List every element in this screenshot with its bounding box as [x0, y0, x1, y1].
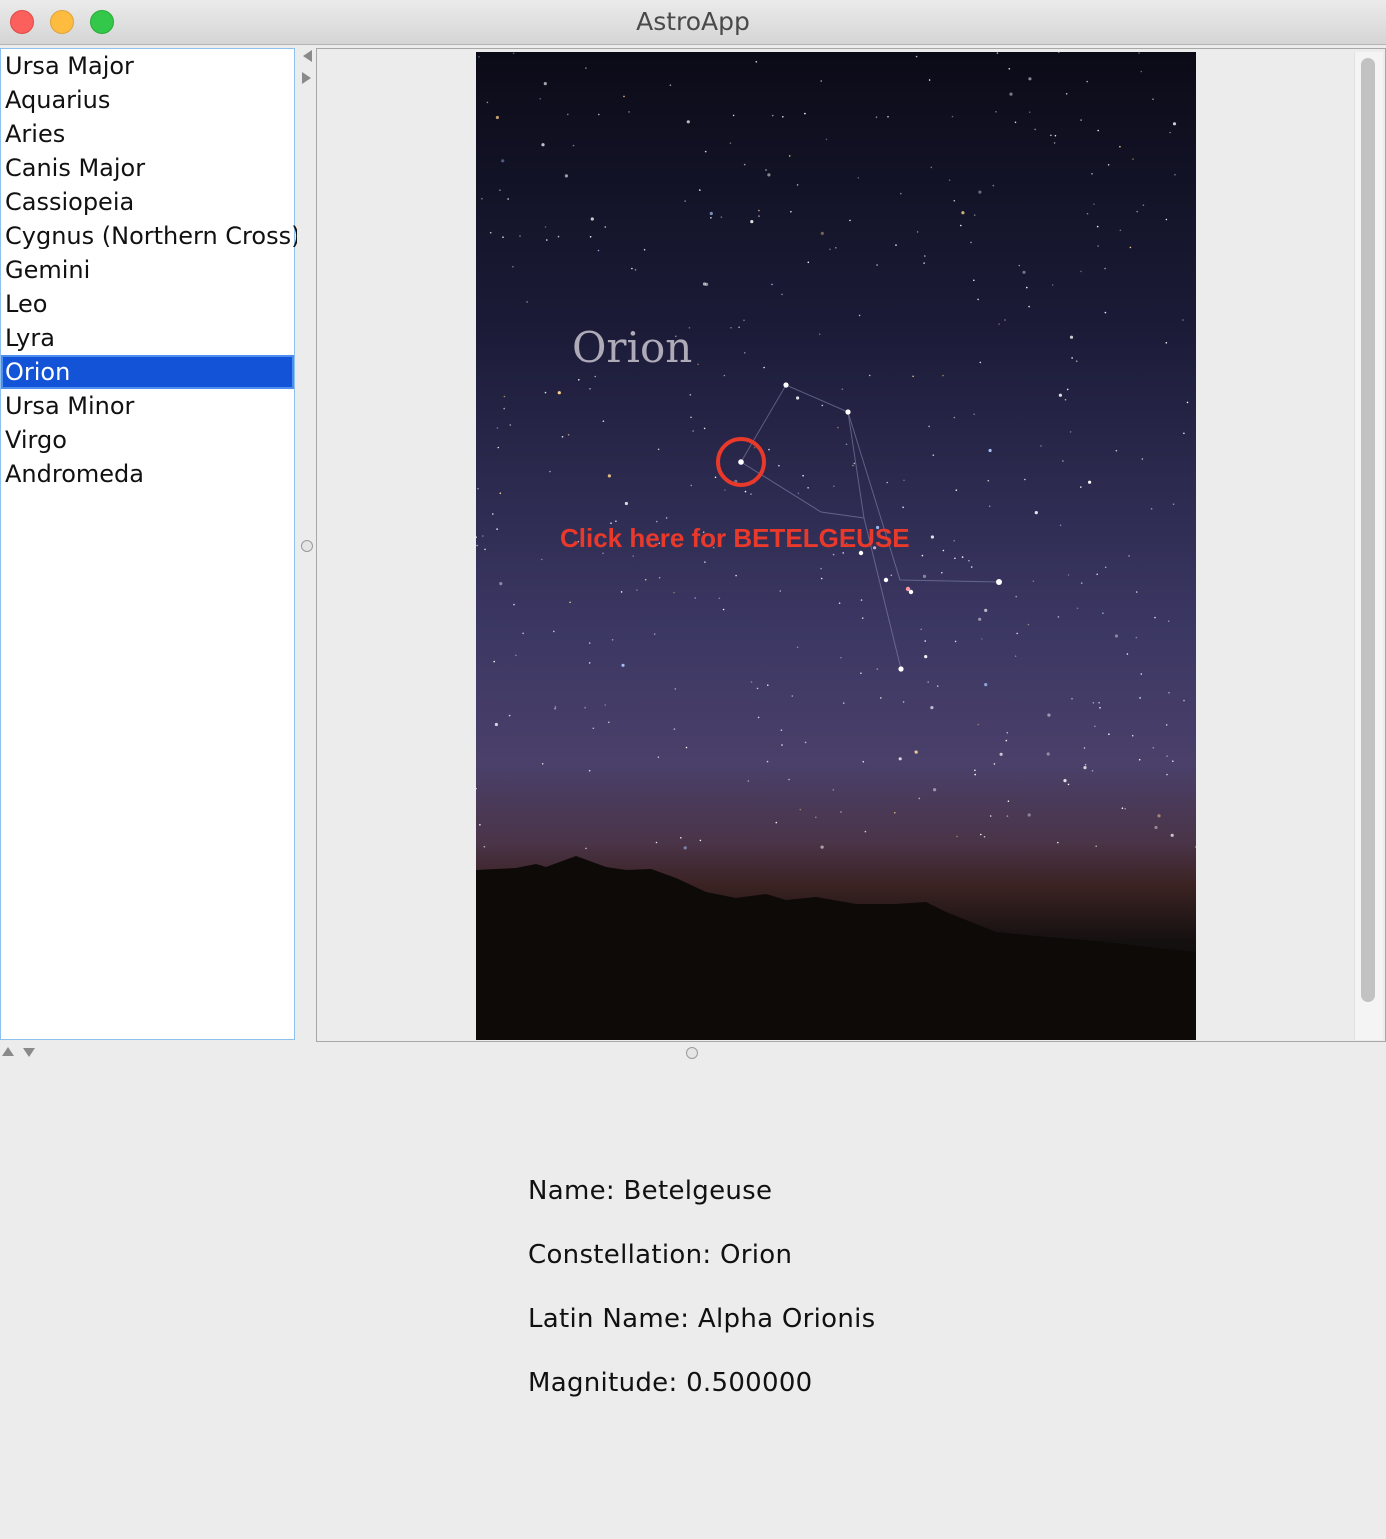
title-bar: AstroApp	[0, 0, 1386, 45]
constellation-list-item[interactable]: Aries	[1, 117, 294, 151]
horizontal-divider-grip-icon[interactable]	[686, 1047, 698, 1059]
star-name-label: Name: Betelgeuse	[528, 1176, 773, 1206]
constellation-list-item[interactable]: Cassiopeia	[1, 185, 294, 219]
constellation-image-label: Orion	[572, 323, 692, 372]
constellation-list-item[interactable]: Lyra	[1, 321, 294, 355]
constellation-list-item[interactable]: Aquarius	[1, 83, 294, 117]
window-title: AstroApp	[636, 7, 750, 36]
constellation-image[interactable]: Orion Click here for BETELGEUSE	[476, 52, 1196, 1040]
constellation-list-item[interactable]: Ursa Minor	[1, 389, 294, 423]
star-latin-name-label: Latin Name: Alpha Orionis	[528, 1304, 876, 1334]
expand-right-arrow-icon[interactable]	[302, 72, 311, 84]
constellation-list[interactable]: Ursa Major Aquarius Aries Canis Major Cassio…	[0, 48, 300, 1040]
constellation-list-item[interactable]: Leo	[1, 287, 294, 321]
constellation-list-item[interactable]: Cygnus (Northern Cross)	[1, 219, 300, 253]
betelgeuse-star[interactable]	[738, 459, 744, 465]
expand-down-arrow-icon[interactable]	[23, 1048, 35, 1057]
star-constellation-label: Constellation: Orion	[528, 1240, 793, 1270]
constellation-list-item[interactable]: Gemini	[1, 253, 294, 287]
constellation-list-item[interactable]: Canis Major	[1, 151, 294, 185]
constellation-list-item[interactable]: Andromeda	[1, 457, 294, 491]
constellation-list-item[interactable]: Orion	[1, 355, 294, 389]
vertical-divider-grip-icon[interactable]	[301, 540, 313, 552]
betelgeuse-hint-label[interactable]: Click here for BETELGEUSE	[560, 523, 910, 553]
star-magnitude-label: Magnitude: 0.500000	[528, 1368, 813, 1398]
collapse-left-arrow-icon[interactable]	[303, 50, 312, 62]
constellation-list-item[interactable]: Virgo	[1, 423, 294, 457]
star-details-panel: Name: Betelgeuse Constellation: Orion La…	[528, 1172, 876, 1428]
constellation-list-item[interactable]: Ursa Major	[1, 49, 294, 83]
collapse-up-arrow-icon[interactable]	[2, 1047, 14, 1056]
vertical-scrollbar-thumb[interactable]	[1361, 58, 1375, 1002]
